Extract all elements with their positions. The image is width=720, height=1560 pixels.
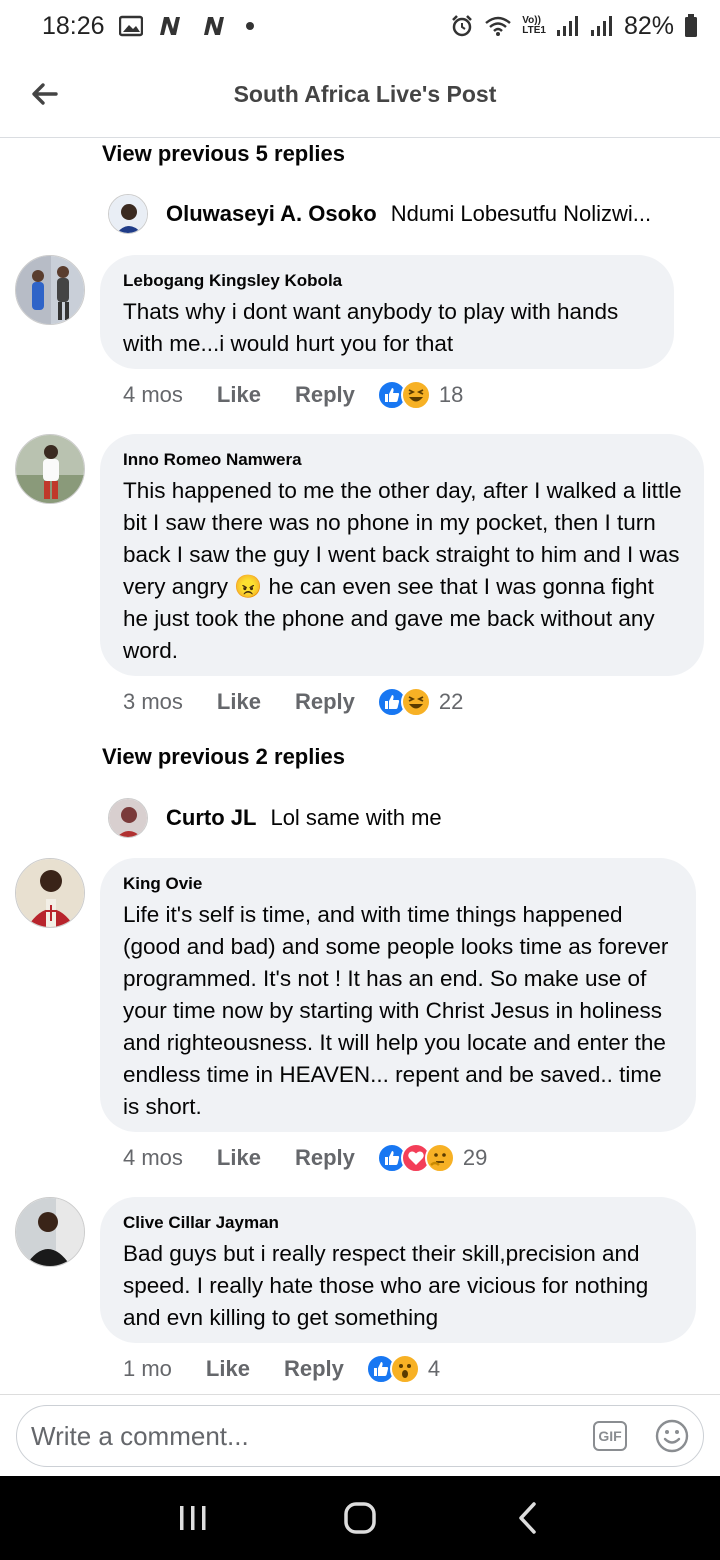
comment-actions: 4 mos Like Reply 18 — [123, 380, 463, 410]
reaction-count[interactable]: 18 — [439, 382, 463, 408]
alarm-icon — [450, 14, 474, 38]
wifi-icon — [484, 15, 512, 37]
reply-preview[interactable]: Oluwaseyi A. Osoko Ndumi Lobesutfu Noliz… — [108, 192, 651, 236]
wow-reaction-icon — [389, 1354, 420, 1384]
comment-actions: 4 mos Like Reply 29 — [123, 1143, 487, 1173]
status-bar: 18:26 Vo)) LTE1 82% — [0, 0, 720, 52]
reply-button[interactable]: Reply — [295, 382, 355, 408]
reply-author[interactable]: Oluwaseyi A. Osoko — [166, 201, 377, 227]
system-nav-bar — [0, 1476, 720, 1560]
reaction-count[interactable]: 4 — [428, 1356, 440, 1382]
volte-lte-label: Vo)) LTE1 — [522, 15, 546, 36]
back-chevron-icon — [518, 1502, 536, 1534]
comment-input-box[interactable]: GIF — [16, 1405, 704, 1467]
comment-text: Thats why i dont want anybody to play wi… — [123, 299, 619, 356]
comment-author[interactable]: Inno Romeo Namwera — [123, 450, 682, 470]
back-button[interactable] — [24, 74, 64, 114]
avatar[interactable] — [108, 194, 148, 234]
avatar[interactable] — [15, 434, 85, 504]
reply-author[interactable]: Curto JL — [166, 805, 256, 831]
emoji-icon[interactable] — [655, 1419, 689, 1453]
n-notification-icon — [157, 15, 187, 37]
like-button[interactable]: Like — [217, 1145, 261, 1171]
reply-button[interactable]: Reply — [295, 1145, 355, 1171]
reply-text: Ndumi Lobesutfu Nolizwi... — [390, 201, 652, 226]
n-notification-icon-2 — [201, 15, 231, 37]
comment-bubble[interactable]: Clive Cillar Jayman Bad guys but i reall… — [100, 1197, 696, 1343]
like-button[interactable]: Like — [217, 382, 261, 408]
comment-time[interactable]: 3 mos — [123, 689, 183, 715]
back-arrow-icon — [32, 83, 58, 105]
avatar[interactable] — [15, 1197, 85, 1267]
status-time: 18:26 — [42, 11, 105, 40]
comment-actions: 3 mos Like Reply 22 — [123, 687, 463, 717]
back-nav-button[interactable] — [497, 1488, 557, 1548]
view-previous-replies-link[interactable]: View previous 5 replies — [102, 141, 345, 167]
recent-apps-icon — [180, 1506, 206, 1530]
thinking-reaction-icon — [424, 1143, 455, 1173]
reactions-summary[interactable] — [365, 1354, 420, 1384]
comment-text: Bad guys but i really respect their skil… — [123, 1241, 649, 1330]
like-button[interactable]: Like — [206, 1356, 250, 1382]
comment-bubble[interactable]: Lebogang Kingsley Kobola Thats why i don… — [100, 255, 674, 369]
battery-icon — [684, 14, 698, 38]
comment-composer: GIF — [0, 1394, 720, 1476]
comment-actions: 1 mo Like Reply 4 — [123, 1354, 440, 1384]
like-button[interactable]: Like — [217, 689, 261, 715]
reply-preview[interactable]: Curto JL Lol same with me — [108, 796, 442, 840]
avatar[interactable] — [15, 858, 85, 928]
avatar[interactable] — [15, 255, 85, 325]
battery-percent: 82% — [623, 11, 674, 40]
comment-time[interactable]: 1 mo — [123, 1356, 172, 1382]
comment-author[interactable]: Lebogang Kingsley Kobola — [123, 271, 652, 291]
reactions-summary[interactable] — [376, 687, 431, 717]
gallery-notification-icon — [118, 15, 143, 37]
comment-text: This happened to me the other day, after… — [123, 478, 682, 663]
comment-time[interactable]: 4 mos — [123, 1145, 183, 1171]
reaction-count[interactable]: 29 — [463, 1145, 487, 1171]
reply-button[interactable]: Reply — [284, 1356, 344, 1382]
page-title: South Africa Live's Post — [233, 81, 497, 107]
comment-bubble[interactable]: Inno Romeo Namwera This happened to me t… — [100, 434, 704, 676]
comment-author[interactable]: Clive Cillar Jayman — [123, 1213, 674, 1233]
recent-apps-button[interactable] — [163, 1488, 223, 1548]
comment-author[interactable]: King Ovie — [123, 874, 674, 894]
signal-icon — [556, 15, 580, 37]
home-button[interactable] — [330, 1488, 390, 1548]
post-header: South Africa Live's Post — [0, 52, 720, 138]
comment-bubble[interactable]: King Ovie Life it's self is time, and wi… — [100, 858, 696, 1132]
reactions-summary[interactable] — [376, 1143, 455, 1173]
haha-reaction-icon — [400, 687, 431, 717]
comment-text: Life it's self is time, and with time th… — [123, 902, 669, 1119]
comment-input[interactable] — [31, 1420, 593, 1452]
comment-time[interactable]: 4 mos — [123, 382, 183, 408]
reaction-count[interactable]: 22 — [439, 689, 463, 715]
home-icon — [344, 1502, 376, 1534]
haha-reaction-icon — [400, 380, 431, 410]
reply-text: Lol same with me — [270, 805, 442, 830]
avatar[interactable] — [108, 798, 148, 838]
signal-icon-2 — [590, 15, 614, 37]
reactions-summary[interactable] — [376, 380, 431, 410]
gif-button[interactable]: GIF — [593, 1421, 627, 1451]
view-previous-replies-link[interactable]: View previous 2 replies — [102, 744, 345, 770]
more-notifications-dot-icon — [245, 21, 255, 31]
reply-button[interactable]: Reply — [295, 689, 355, 715]
